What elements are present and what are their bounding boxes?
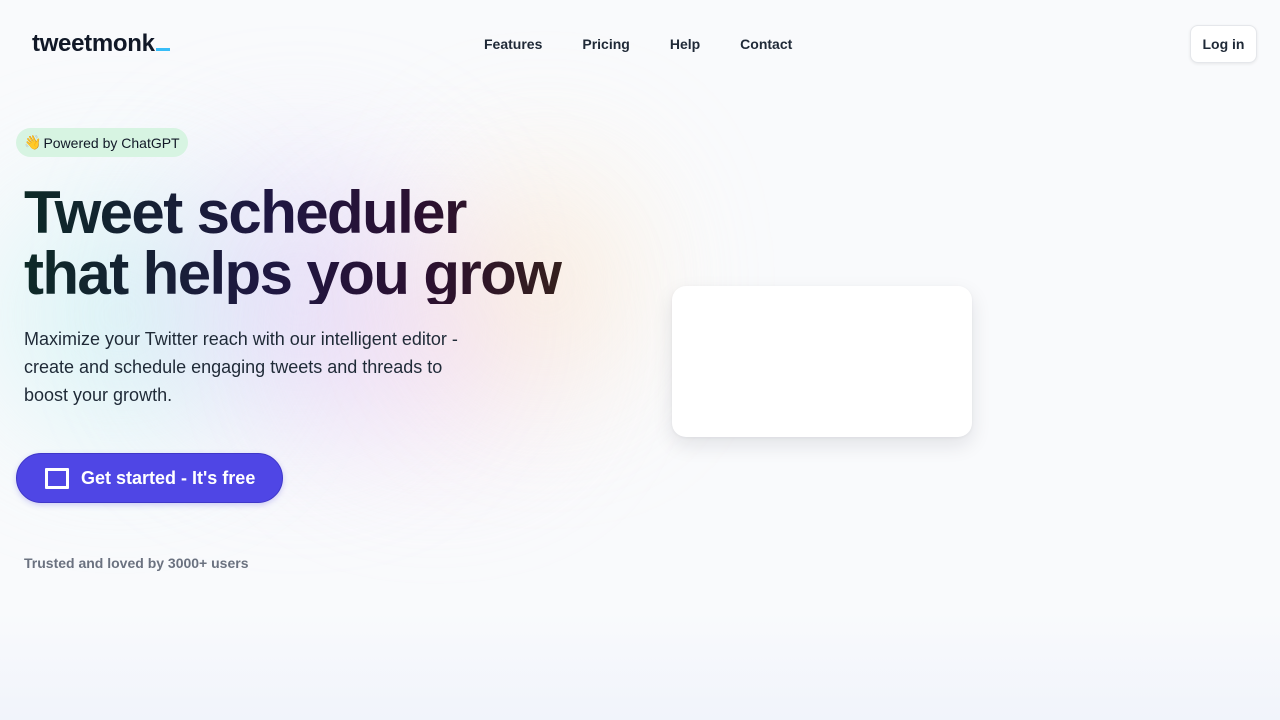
square-icon xyxy=(45,467,69,489)
badge-text: Powered by ChatGPT xyxy=(43,134,180,151)
logo[interactable]: tweetmonk xyxy=(32,30,170,58)
nav-item-pricing[interactable]: Pricing xyxy=(582,36,629,52)
headline-line-2: that helps you grow xyxy=(24,240,561,307)
login-button[interactable]: Log in xyxy=(1190,25,1257,63)
logo-text: tweetmonk xyxy=(32,30,155,57)
main-nav: Features Pricing Help Contact xyxy=(484,36,792,52)
nav-item-help[interactable]: Help xyxy=(670,36,700,52)
powered-by-badge: 👋 Powered by ChatGPT xyxy=(16,128,188,157)
cta-label: Get started - It's free xyxy=(81,467,256,488)
nav-item-contact[interactable]: Contact xyxy=(740,36,792,52)
trusted-by-text: Trusted and loved by 3000+ users xyxy=(24,555,249,571)
waving-hand-icon: 👋 xyxy=(24,134,42,151)
hero-subtitle: Maximize your Twitter reach with our int… xyxy=(24,329,458,405)
get-started-button[interactable]: Get started - It's free xyxy=(16,453,283,503)
site-header: tweetmonk Features Pricing Help Contact … xyxy=(0,0,1280,88)
landing-page: tweetmonk Features Pricing Help Contact … xyxy=(0,0,1280,720)
nav-item-features[interactable]: Features xyxy=(484,36,542,52)
logo-cursor-mark xyxy=(155,48,170,51)
hero-headline: Tweet scheduler that helps you grow xyxy=(24,182,644,304)
headline-line-1: Tweet scheduler xyxy=(24,179,466,246)
preview-card xyxy=(672,286,972,437)
